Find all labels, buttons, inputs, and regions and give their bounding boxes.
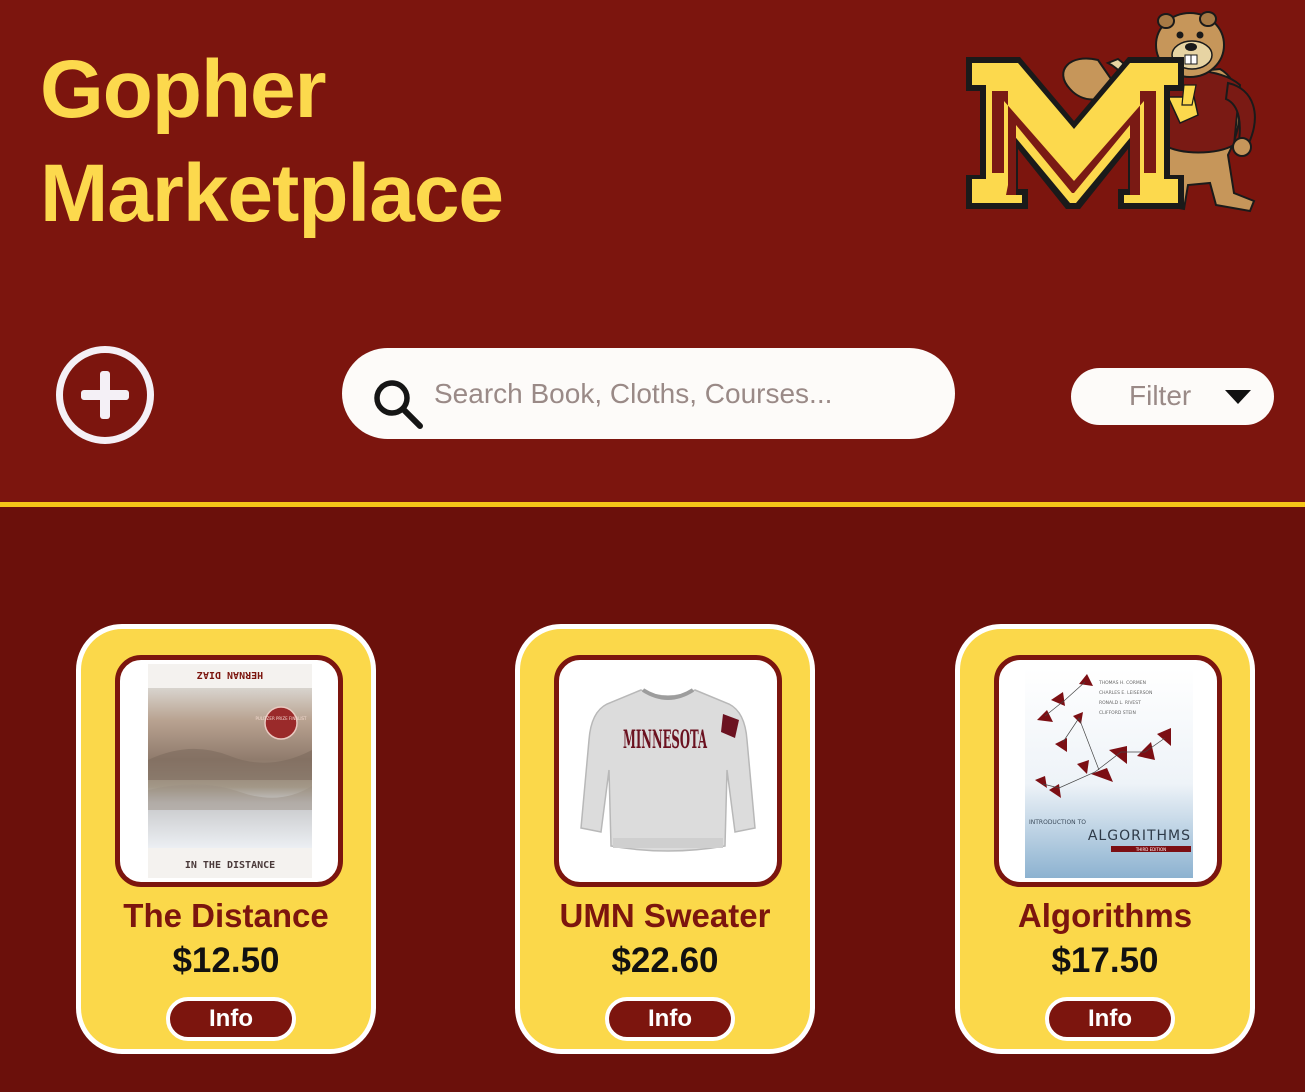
info-button[interactable]: Info bbox=[605, 997, 735, 1041]
product-name: UMN Sweater bbox=[559, 897, 771, 934]
cover-title: ALGORITHMS bbox=[1088, 828, 1191, 844]
product-price: $17.50 bbox=[1051, 941, 1159, 980]
product-card[interactable]: MINNESOTA UMN Sweater $22.60 Info bbox=[515, 624, 815, 1054]
cover-edition: THIRD EDITION bbox=[1135, 847, 1166, 852]
book-cover-image: HERNAN DIAZ PULITZER PRIZE FINALIST IN T… bbox=[148, 664, 312, 878]
product-card[interactable]: THOMAS H. CORMEN CHARLES E. LEISERSON RO… bbox=[955, 624, 1255, 1054]
info-button[interactable]: Info bbox=[1045, 997, 1175, 1041]
caret-down-icon bbox=[1225, 390, 1251, 404]
search-input[interactable] bbox=[434, 370, 934, 418]
product-price: $12.50 bbox=[172, 941, 280, 980]
cover-author-3: RONALD L. RIVEST bbox=[1099, 700, 1141, 706]
product-name: Algorithms bbox=[1017, 897, 1193, 934]
search-bar[interactable] bbox=[342, 348, 955, 439]
product-name: The Distance bbox=[123, 897, 329, 934]
cover-author: HERNAN DIAZ bbox=[197, 669, 263, 680]
cover-author-2: CHARLES E. LEISERSON bbox=[1099, 690, 1152, 696]
title-line-1: Gopher bbox=[40, 44, 327, 135]
cover-badge: PULITZER PRIZE FINALIST bbox=[255, 716, 307, 721]
sweater-image: MINNESOTA bbox=[580, 688, 756, 852]
cover-author-4: CLIFFORD STEIN bbox=[1099, 710, 1136, 716]
product-image: HERNAN DIAZ PULITZER PRIZE FINALIST IN T… bbox=[115, 655, 343, 887]
cover-subtitle: INTRODUCTION TO bbox=[1029, 819, 1086, 826]
filter-label: Filter bbox=[1129, 380, 1192, 411]
product-price: $22.60 bbox=[611, 941, 719, 980]
add-listing-button[interactable] bbox=[56, 346, 154, 444]
cover-author-1: THOMAS H. CORMEN bbox=[1098, 680, 1146, 686]
search-icon bbox=[374, 380, 423, 429]
info-button[interactable]: Info bbox=[166, 997, 296, 1041]
cover-title: IN THE DISTANCE bbox=[185, 860, 275, 871]
page-title: Gopher Marketplace bbox=[40, 38, 504, 246]
gopher-logo bbox=[966, 11, 1256, 213]
product-card[interactable]: HERNAN DIAZ PULITZER PRIZE FINALIST IN T… bbox=[76, 624, 376, 1054]
sweater-text: MINNESOTA bbox=[623, 725, 707, 754]
filter-dropdown[interactable]: Filter bbox=[1071, 368, 1274, 425]
book-cover-image: THOMAS H. CORMEN CHARLES E. LEISERSON RO… bbox=[1025, 668, 1193, 878]
product-image: THOMAS H. CORMEN CHARLES E. LEISERSON RO… bbox=[994, 655, 1222, 887]
title-line-2: Marketplace bbox=[40, 148, 504, 239]
product-image: MINNESOTA bbox=[554, 655, 782, 887]
